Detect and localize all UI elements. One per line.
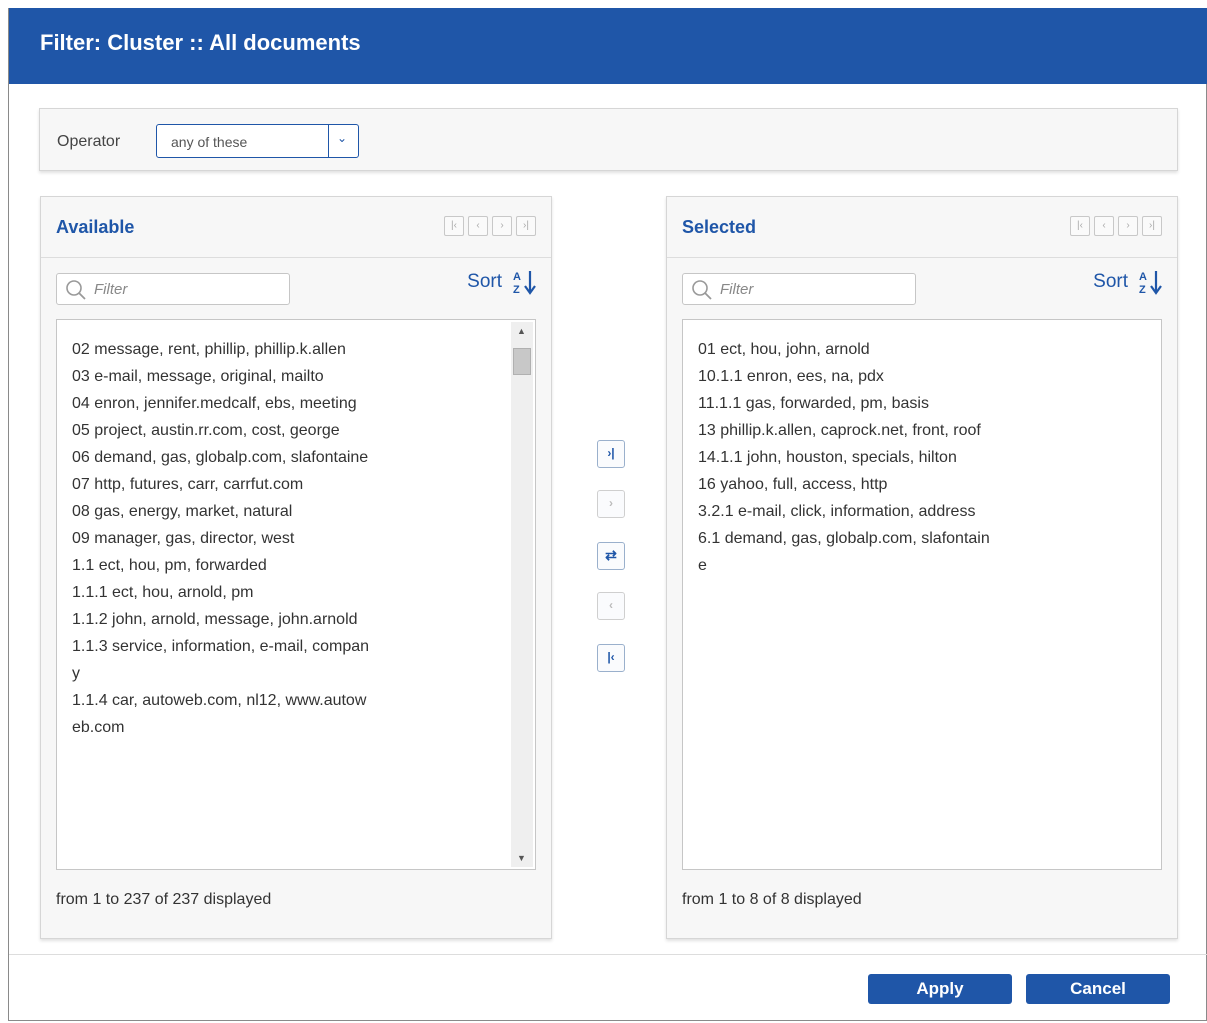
last-page-icon[interactable]: ›|	[1142, 216, 1162, 236]
list-item[interactable]: 03 e-mail, message, original, mailto	[72, 363, 372, 390]
last-page-icon[interactable]: ›|	[516, 216, 536, 236]
available-filter-input[interactable]: Filter	[56, 273, 290, 305]
selected-filter-input[interactable]: Filter	[682, 273, 916, 305]
svg-text:Z: Z	[513, 284, 520, 295]
dialog-titlebar: Filter: Cluster :: All documents	[9, 8, 1207, 84]
search-icon	[692, 280, 712, 300]
prev-page-icon[interactable]: ‹	[1094, 216, 1114, 236]
list-item[interactable]: 02 message, rent, phillip, phillip.k.all…	[72, 336, 372, 363]
sort-az-icon: AZ	[1139, 271, 1162, 295]
filter-dialog: Filter: Cluster :: All documents Operato…	[8, 8, 1207, 1021]
list-item[interactable]: 13 phillip.k.allen, caprock.net, front, …	[698, 417, 998, 444]
available-list[interactable]: 02 message, rent, phillip, phillip.k.all…	[56, 319, 536, 870]
available-status: from 1 to 237 of 237 displayed	[56, 891, 272, 908]
list-item[interactable]: 05 project, austin.rr.com, cost, george	[72, 417, 372, 444]
apply-button[interactable]: Apply	[868, 974, 1012, 1004]
available-header: Available |‹ ‹ › ›|	[41, 197, 551, 258]
available-sort-button[interactable]: Sort AZ	[467, 269, 538, 295]
selected-pager: |‹ ‹ › ›|	[1070, 216, 1162, 236]
list-item[interactable]: 06 demand, gas, globalp.com, slafontaine	[72, 444, 372, 471]
next-page-icon[interactable]: ›	[1118, 216, 1138, 236]
selected-sort-label: Sort	[1093, 271, 1128, 292]
available-pager: |‹ ‹ › ›|	[444, 216, 536, 236]
svg-text:Z: Z	[1139, 284, 1146, 295]
search-icon	[66, 280, 86, 300]
list-item[interactable]: 6.1 demand, gas, globalp.com, slafontain…	[698, 525, 998, 579]
move-left-icon: ‹	[609, 598, 613, 612]
next-page-icon[interactable]: ›	[492, 216, 512, 236]
list-item[interactable]: 08 gas, energy, market, natural	[72, 498, 372, 525]
svg-text:A: A	[1139, 271, 1147, 283]
available-title: Available	[56, 217, 135, 237]
selected-list[interactable]: 01 ect, hou, john, arnold 10.1.1 enron, …	[682, 319, 1162, 870]
move-left-button[interactable]: ‹	[597, 592, 625, 620]
operator-section: Operator any of these ⌄	[39, 108, 1178, 171]
selected-panel: Selected |‹ ‹ › ›| Filter Sort AZ 01 ect…	[666, 196, 1178, 939]
footer-divider	[9, 954, 1207, 955]
list-item[interactable]: 1.1.4 car, autoweb.com, nl12, www.autowe…	[72, 687, 372, 741]
available-filter-placeholder: Filter	[94, 281, 128, 298]
scroll-down-icon[interactable]: ▼	[517, 853, 526, 863]
list-item[interactable]: 1.1.2 john, arnold, message, john.arnold	[72, 606, 372, 633]
list-item[interactable]: 10.1.1 enron, ees, na, pdx	[698, 363, 998, 390]
operator-select[interactable]: any of these ⌄	[156, 124, 359, 158]
move-all-right-icon: ›|	[607, 446, 615, 460]
list-item[interactable]: 01 ect, hou, john, arnold	[698, 336, 998, 363]
list-item[interactable]: 16 yahoo, full, access, http	[698, 471, 998, 498]
list-item[interactable]: 3.2.1 e-mail, click, information, addres…	[698, 498, 998, 525]
available-sort-label: Sort	[467, 271, 502, 292]
dialog-title: Filter: Cluster :: All documents	[40, 30, 361, 55]
scroll-up-icon[interactable]: ▲	[517, 326, 526, 336]
selected-sort-button[interactable]: Sort AZ	[1093, 269, 1164, 295]
move-right-button[interactable]: ›	[597, 490, 625, 518]
operator-dropdown-toggle[interactable]: ⌄	[328, 125, 358, 157]
operator-value: any of these	[171, 134, 248, 150]
selected-header: Selected |‹ ‹ › ›|	[667, 197, 1177, 258]
prev-page-icon[interactable]: ‹	[468, 216, 488, 236]
sort-az-icon: AZ	[513, 271, 536, 295]
scroll-thumb[interactable]	[513, 348, 531, 375]
svg-text:A: A	[513, 271, 521, 283]
selected-items: 01 ect, hou, john, arnold 10.1.1 enron, …	[698, 336, 998, 579]
available-scrollbar[interactable]: ▲ ▼	[511, 322, 533, 867]
selected-filter-placeholder: Filter	[720, 281, 754, 298]
chevron-down-icon: ⌄	[337, 131, 348, 145]
list-item[interactable]: 1.1.3 service, information, e-mail, comp…	[72, 633, 372, 687]
list-item[interactable]: 09 manager, gas, director, west	[72, 525, 372, 552]
cancel-button[interactable]: Cancel	[1026, 974, 1170, 1004]
swap-button[interactable]: ⇄	[597, 542, 625, 570]
move-all-left-button[interactable]: |‹	[597, 644, 625, 672]
available-items: 02 message, rent, phillip, phillip.k.all…	[72, 336, 372, 741]
selected-title: Selected	[682, 217, 757, 237]
list-item[interactable]: 1.1 ect, hou, pm, forwarded	[72, 552, 372, 579]
swap-icon: ⇄	[605, 547, 617, 563]
list-item[interactable]: 04 enron, jennifer.medcalf, ebs, meeting	[72, 390, 372, 417]
available-panel: Available |‹ ‹ › ›| Filter Sort AZ 02 me…	[40, 196, 552, 939]
first-page-icon[interactable]: |‹	[1070, 216, 1090, 236]
selected-status: from 1 to 8 of 8 displayed	[682, 891, 862, 908]
move-right-icon: ›	[609, 496, 613, 510]
list-item[interactable]: 11.1.1 gas, forwarded, pm, basis	[698, 390, 998, 417]
list-item[interactable]: 1.1.1 ect, hou, arnold, pm	[72, 579, 372, 606]
list-item[interactable]: 07 http, futures, carr, carrfut.com	[72, 471, 372, 498]
first-page-icon[interactable]: |‹	[444, 216, 464, 236]
move-all-left-icon: |‹	[607, 650, 615, 664]
move-all-right-button[interactable]: ›|	[597, 440, 625, 468]
operator-label: Operator	[57, 133, 121, 150]
list-item[interactable]: 14.1.1 john, houston, specials, hilton	[698, 444, 998, 471]
